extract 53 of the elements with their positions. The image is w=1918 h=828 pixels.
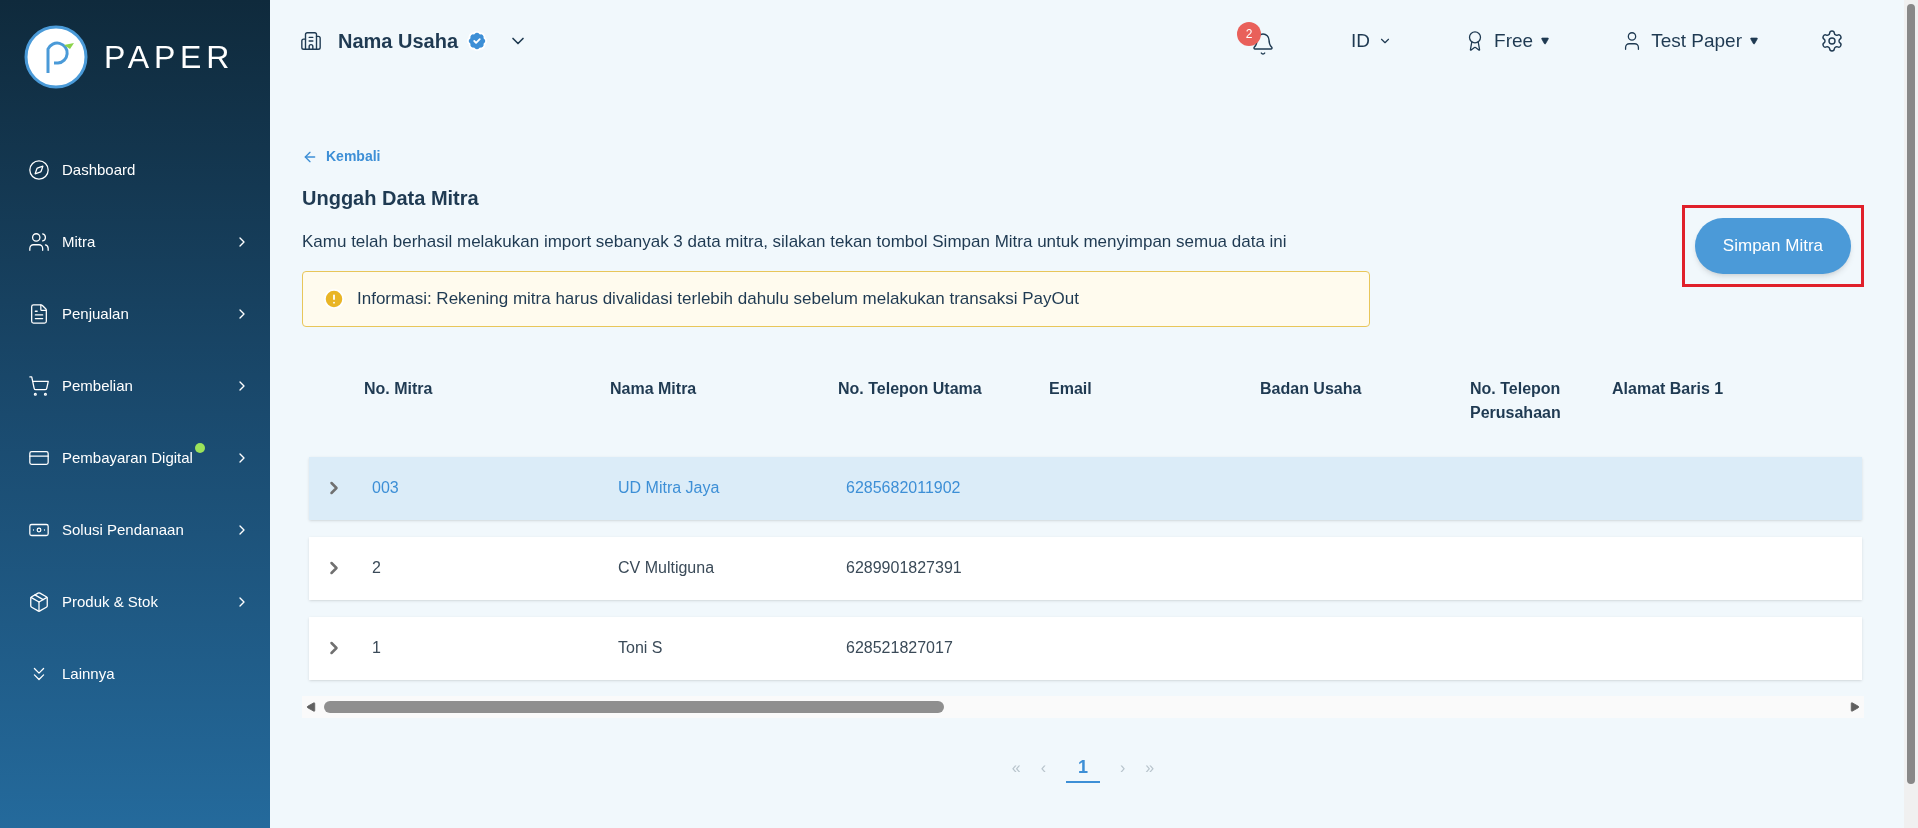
description-text: Kamu telah berhasil melakukan import sebanyak 3 data mitra, silakan tekan tombol Simpan Mitra untuk menyimpan semua data ini <box>302 231 1288 253</box>
people-icon <box>28 231 50 253</box>
caret-icon <box>1541 37 1550 45</box>
table-cell-text: CV Multiguna <box>618 558 716 578</box>
cart-icon <box>28 375 50 397</box>
table-cell-text: Toni S <box>618 638 664 658</box>
sidebar-item[interactable]: Produk & Stok <box>0 566 270 638</box>
settings-icon <box>1820 29 1844 53</box>
business-name: Nama Usaha <box>338 29 459 54</box>
sidebar-item[interactable]: Lainnya <box>0 638 270 710</box>
sidebar-item[interactable]: Mitra <box>0 206 270 278</box>
column-header: Alamat Baris 1 <box>1612 378 1725 399</box>
vertical-scrollbar[interactable] <box>1904 0 1918 828</box>
plan-dropdown[interactable]: Free <box>1464 26 1550 56</box>
table-row[interactable]: 2 CV Multiguna 6289901827391 <box>309 536 1862 600</box>
bell-icon <box>1251 32 1276 56</box>
table-cell-text: 6285682011902 <box>846 478 962 498</box>
page-title: Unggah Data Mitra <box>302 186 480 211</box>
notification-count: 2 <box>1237 22 1262 46</box>
settings-button[interactable] <box>1820 29 1844 53</box>
sidebar-item[interactable]: Pembayaran Digital <box>0 422 270 494</box>
scroll-right-icon[interactable] <box>1850 701 1860 712</box>
caret-icon <box>1750 37 1758 45</box>
table-cell-text: UD Mitra Jaya <box>618 478 721 498</box>
column-header: No. Telepon Utama <box>838 378 983 399</box>
table-cell-text: 2 <box>372 558 382 578</box>
sidebar-item[interactable]: Dashboard <box>0 134 270 206</box>
column-header: No. Mitra <box>364 378 434 399</box>
column-header: Nama Mitra <box>610 378 698 399</box>
alert-icon <box>323 287 345 310</box>
sidebar-item[interactable]: Solusi Pendanaan <box>0 494 270 566</box>
table-row[interactable]: 1 Toni S 628521827017 <box>309 616 1862 680</box>
horizontal-scrollbar[interactable] <box>302 695 1864 718</box>
table-cell-text: 628521827017 <box>846 638 954 658</box>
language-dropdown[interactable]: ID <box>1351 26 1393 56</box>
table-cell-text: 6289901827391 <box>846 558 963 578</box>
user-dropdown[interactable]: Test Paper <box>1621 26 1758 56</box>
document-icon <box>28 303 50 325</box>
table-cell-text: 003 <box>372 478 400 498</box>
table-cell-text: 1 <box>372 638 382 658</box>
compass-icon <box>28 159 50 181</box>
sidebar-item[interactable]: Penjualan <box>0 278 270 350</box>
box-icon <box>28 591 50 613</box>
column-header: Email <box>1049 378 1093 399</box>
scroll-left-icon[interactable] <box>306 701 316 712</box>
scrollbar-thumb[interactable] <box>324 700 944 713</box>
logo-icon <box>24 25 88 89</box>
info-text: Informasi: Rekening mitra harus divalidasi terlebih dahulu sebelum melakukan transaksi PayOut <box>357 287 1079 310</box>
column-header: No. Telepon Perusahaan <box>1470 378 1562 423</box>
building-icon <box>300 30 322 52</box>
column-header: Badan Usaha <box>1260 378 1363 399</box>
sidebar-item[interactable]: Pembelian <box>0 350 270 422</box>
brand-name: PAPER <box>104 38 235 77</box>
